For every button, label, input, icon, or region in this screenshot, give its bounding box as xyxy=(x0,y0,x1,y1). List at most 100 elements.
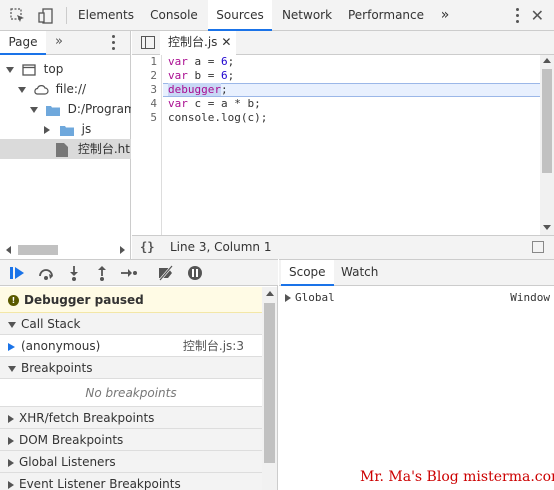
close-tab-icon[interactable]: ✕ xyxy=(221,35,231,49)
section-label: Global Listeners xyxy=(19,455,116,469)
frame-location-link[interactable]: 控制台.js:3 xyxy=(183,335,244,357)
tree-item-program-folder[interactable]: D:/Program% xyxy=(0,99,131,119)
close-devtools-icon[interactable]: ✕ xyxy=(531,6,544,25)
scope-entry-value: Window xyxy=(510,291,550,304)
section-label: Breakpoints xyxy=(21,361,93,375)
scrollbar-thumb[interactable] xyxy=(542,69,552,173)
section-label: XHR/fetch Breakpoints xyxy=(19,411,155,425)
tab-performance[interactable]: Performance xyxy=(344,0,428,31)
scope-pane: Scope Watch Global Window xyxy=(279,259,554,490)
scroll-up-icon[interactable] xyxy=(543,58,551,63)
line-number-gutter[interactable]: 1 2 3 4 5 xyxy=(132,55,162,235)
call-frame[interactable]: (anonymous) 控制台.js:3 xyxy=(0,335,262,357)
code-area[interactable]: 1 2 3 4 5 var a = 6; var b = 6; debugger… xyxy=(132,55,554,235)
scroll-right-icon[interactable] xyxy=(120,246,125,254)
editor-file-tab-label: 控制台.js xyxy=(168,35,218,49)
current-frame-arrow-icon xyxy=(8,342,15,351)
resume-icon[interactable] xyxy=(8,265,26,281)
debugger-panes: ! Debugger paused Call Stack (anonymous) 控… xyxy=(0,287,262,490)
tree-item-label: file:// xyxy=(55,82,87,96)
tab-network[interactable]: Network xyxy=(276,0,338,31)
collapsed-arrow-icon xyxy=(8,458,14,467)
file-navigator: Page » top file:// D:/Program% js 控制台.ht… xyxy=(0,31,131,259)
tree-item-file[interactable]: file:// xyxy=(0,79,131,99)
expand-arrow-icon xyxy=(18,86,26,93)
tab-sources[interactable]: Sources xyxy=(208,0,272,31)
pause-on-exceptions-icon[interactable] xyxy=(186,265,204,281)
scroll-down-icon[interactable] xyxy=(543,225,551,230)
deactivate-breakpoints-icon[interactable] xyxy=(157,265,175,281)
section-call-stack[interactable]: Call Stack xyxy=(0,313,262,335)
pretty-print-button[interactable]: {} xyxy=(140,236,154,258)
blog-watermark: Mr. Ma's Blog misterma.com xyxy=(360,469,554,485)
step-into-icon[interactable] xyxy=(65,265,83,281)
cloud-icon xyxy=(34,84,49,95)
section-event-listener-breakpoints[interactable]: Event Listener Breakpoints xyxy=(0,473,262,490)
scroll-up-icon[interactable] xyxy=(266,291,274,296)
expand-arrow-icon xyxy=(8,321,16,328)
debugger-sidebar: ! Debugger paused Call Stack (anonymous) 控… xyxy=(0,259,278,490)
section-label: DOM Breakpoints xyxy=(19,433,124,447)
navigator-header: Page » xyxy=(0,31,130,55)
debugger-paused-banner: ! Debugger paused xyxy=(0,287,262,313)
file-icon xyxy=(56,142,68,157)
folder-icon xyxy=(59,125,74,136)
section-global-listeners[interactable]: Global Listeners xyxy=(0,451,262,473)
device-toolbar-icon[interactable] xyxy=(38,8,54,24)
tree-item-js-folder[interactable]: js xyxy=(0,119,131,139)
scope-entry-global[interactable]: Global Window xyxy=(285,290,550,306)
code-line-current: debugger; xyxy=(168,83,228,96)
collapsed-arrow-icon xyxy=(8,480,14,489)
paused-message: Debugger paused xyxy=(24,293,144,307)
line-number[interactable]: 2 xyxy=(150,69,157,83)
frame-name: (anonymous) xyxy=(21,339,101,353)
navigator-menu-icon[interactable] xyxy=(112,35,116,53)
code-line: console.log(c); xyxy=(168,111,268,124)
tab-watch[interactable]: Watch xyxy=(333,260,386,286)
section-dom-breakpoints[interactable]: DOM Breakpoints xyxy=(0,429,262,451)
step-over-icon[interactable] xyxy=(37,265,55,281)
step-icon[interactable] xyxy=(120,265,138,281)
navigator-horizontal-scrollbar[interactable] xyxy=(0,241,131,259)
tree-item-label: js xyxy=(81,122,92,136)
expand-arrow-icon xyxy=(30,106,38,113)
debugger-vertical-scrollbar[interactable] xyxy=(262,287,277,490)
editor-vertical-scrollbar[interactable] xyxy=(540,55,554,235)
no-breakpoints-message: No breakpoints xyxy=(0,379,262,407)
tree-item-html-file[interactable]: 控制台.htm xyxy=(0,139,131,159)
line-number[interactable]: 3 xyxy=(150,83,157,97)
section-xhr-breakpoints[interactable]: XHR/fetch Breakpoints xyxy=(0,407,262,429)
cursor-position: Line 3, Column 1 xyxy=(170,240,272,254)
divider xyxy=(66,7,67,24)
section-breakpoints[interactable]: Breakpoints xyxy=(0,357,262,379)
editor-status-bar: {} Line 3, Column 1 xyxy=(132,235,554,259)
scope-tab-bar: Scope Watch xyxy=(279,260,554,286)
tab-console[interactable]: Console xyxy=(142,0,206,31)
toggle-navigator-icon[interactable] xyxy=(141,36,155,49)
tab-scope[interactable]: Scope xyxy=(281,260,334,286)
more-tabs-button[interactable]: » xyxy=(436,0,454,31)
editor-file-tab[interactable]: 控制台.js ✕ xyxy=(160,31,236,55)
collapsed-arrow-icon xyxy=(44,125,50,134)
scrollbar-thumb[interactable] xyxy=(264,303,275,463)
more-navigator-tabs-button[interactable]: » xyxy=(55,34,63,49)
expand-arrow-icon xyxy=(8,365,16,372)
scroll-left-icon[interactable] xyxy=(6,246,11,254)
scrollbar-thumb[interactable] xyxy=(18,245,58,255)
line-number[interactable]: 1 xyxy=(150,55,157,69)
tree-item-top[interactable]: top xyxy=(0,59,131,79)
collapsed-arrow-icon xyxy=(285,294,291,302)
coverage-icon[interactable] xyxy=(532,241,544,253)
line-number[interactable]: 5 xyxy=(150,111,157,125)
inspect-element-icon[interactable] xyxy=(10,8,26,24)
customize-menu-icon[interactable] xyxy=(516,7,520,23)
tab-elements[interactable]: Elements xyxy=(74,0,138,31)
code-line: var a = 6; xyxy=(168,55,235,68)
scope-entry-name: Global xyxy=(295,291,335,304)
expand-arrow-icon xyxy=(6,66,14,73)
tab-page[interactable]: Page xyxy=(0,31,46,55)
source-editor: 控制台.js ✕ 1 2 3 4 5 var a = 6; var b = 6; … xyxy=(132,31,554,259)
tree-item-label: 控制台.htm xyxy=(77,142,131,156)
step-out-icon[interactable] xyxy=(93,265,111,281)
line-number[interactable]: 4 xyxy=(150,97,157,111)
